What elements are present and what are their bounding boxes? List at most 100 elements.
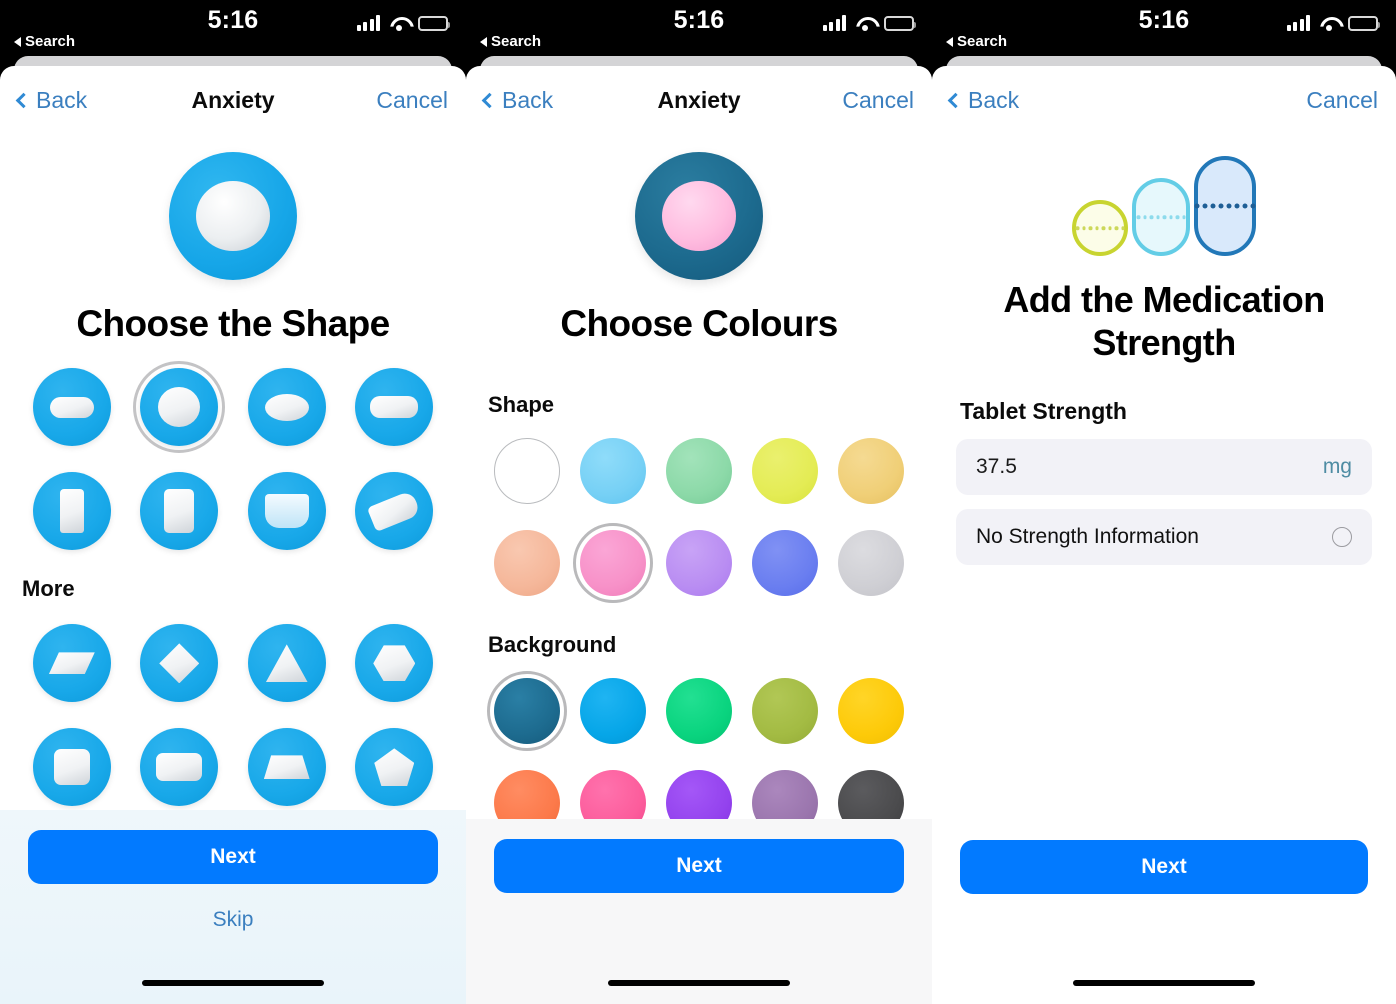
back-to-search-label[interactable]: Search <box>480 33 541 50</box>
strength-input[interactable]: 37.5 mg <box>956 439 1372 496</box>
page-title: Choose Colours <box>560 303 838 344</box>
no-strength-radio-icon[interactable] <box>1332 527 1352 548</box>
shape-option-square[interactable] <box>32 728 111 807</box>
shape-option-oblong[interactable] <box>355 368 434 447</box>
page-nav-title: Anxiety <box>191 86 275 113</box>
background-color-golden-yellow[interactable] <box>838 678 904 745</box>
next-button[interactable]: Next <box>494 839 904 893</box>
skip-button[interactable]: Skip <box>28 908 438 932</box>
pink-pill-on-teal-icon <box>635 152 763 280</box>
back-button[interactable]: Back <box>481 86 554 114</box>
cancel-button[interactable]: Cancel <box>1306 87 1378 114</box>
status-indicators <box>1286 15 1380 31</box>
panel-body: Choose the Shape More <box>0 134 466 810</box>
shape-option-vial[interactable] <box>32 472 111 551</box>
background-color-dark-teal[interactable] <box>487 671 567 752</box>
next-button[interactable]: Next <box>960 840 1368 894</box>
back-label: Back <box>968 86 1020 113</box>
back-triangle-icon <box>480 36 487 47</box>
back-to-search-label[interactable]: Search <box>14 33 75 50</box>
cellular-bars-icon <box>356 15 380 31</box>
panel-choose-shape: 5:16 Search Back Anxiety Cancel Choose t… <box>0 0 466 1004</box>
shape-option-liquid-cup[interactable] <box>247 472 326 551</box>
pill-outline-medium-icon <box>1132 178 1190 256</box>
strength-unit-selector[interactable]: mg <box>1323 455 1352 479</box>
modal-sheet: Back Anxiety Cancel Choose the Shape Mor… <box>0 66 466 1004</box>
shape-option-capsule[interactable] <box>32 368 111 447</box>
hero-preview <box>466 134 932 280</box>
shape-color-light-blue[interactable] <box>580 438 646 505</box>
back-to-search-label[interactable]: Search <box>946 33 1007 50</box>
cancel-button[interactable]: Cancel <box>376 87 448 114</box>
back-button[interactable]: Back <box>947 86 1020 114</box>
shape-color-yellow-green[interactable] <box>752 438 818 505</box>
round-white-pill-on-blue-icon <box>169 152 297 280</box>
shape-color-sand-yellow[interactable] <box>838 438 904 505</box>
next-button[interactable]: Next <box>28 830 438 884</box>
shape-color-mint-green[interactable] <box>666 438 732 505</box>
three-panel-screenshot: 5:16 Search Back Anxiety Cancel Choose t… <box>0 0 1396 1004</box>
status-bar: 5:16 Search <box>932 0 1396 62</box>
shape-option-tube[interactable] <box>355 472 434 551</box>
status-indicators <box>356 15 450 31</box>
cancel-button[interactable]: Cancel <box>842 87 914 114</box>
status-time: 5:16 <box>1138 6 1190 34</box>
back-label: Back <box>502 86 554 113</box>
background-color-purple[interactable] <box>666 770 732 819</box>
status-bar: 5:16 Search <box>466 0 932 62</box>
status-time: 5:16 <box>207 6 259 34</box>
back-triangle-icon <box>946 36 953 47</box>
footer-bar: Next Skip <box>0 810 466 1004</box>
shape-option-flat-rhombus[interactable] <box>32 624 111 703</box>
pill-outline-small-icon <box>1072 200 1128 256</box>
footer-bar: Next <box>932 820 1396 1004</box>
background-color-grid <box>466 671 932 819</box>
shape-option-rectangle[interactable] <box>140 728 219 807</box>
shape-option-pentagon[interactable] <box>355 728 434 807</box>
shape-option-hexagon[interactable] <box>355 624 434 703</box>
shape-color-peach[interactable] <box>494 530 560 597</box>
shape-color-light-gray[interactable] <box>838 530 904 597</box>
shape-color-white[interactable] <box>494 438 560 505</box>
chevron-left-icon <box>15 92 32 108</box>
shape-colors-label: Shape <box>488 392 555 418</box>
shape-color-pink[interactable] <box>573 523 653 604</box>
cellular-bars-icon <box>822 15 846 31</box>
shape-option-triangle[interactable] <box>247 624 326 703</box>
no-strength-label: No Strength Information <box>976 525 1199 549</box>
home-indicator <box>1073 980 1255 986</box>
back-label: Back <box>36 86 88 113</box>
status-bar: 5:16 Search <box>0 0 466 62</box>
battery-icon <box>1348 15 1380 31</box>
shape-option-oval[interactable] <box>247 368 326 447</box>
panel-body: Choose Colours Shape Background <box>466 134 932 819</box>
shape-option-trapezoid[interactable] <box>247 728 326 807</box>
background-color-coral-orange[interactable] <box>494 770 560 819</box>
battery-icon <box>884 15 916 31</box>
cellular-bars-icon <box>1286 15 1310 31</box>
page-title: Choose the Shape <box>76 303 390 344</box>
shape-option-diamond[interactable] <box>140 624 219 703</box>
shape-option-round[interactable] <box>133 361 226 454</box>
no-strength-option[interactable]: No Strength Information <box>956 509 1372 566</box>
background-color-olive-green[interactable] <box>752 678 818 745</box>
panel-body: Add the Medication Strength Tablet Stren… <box>932 134 1396 820</box>
chevron-left-icon <box>481 92 498 108</box>
shape-color-lavender[interactable] <box>666 530 732 597</box>
modal-sheet: Back Cancel Add the Medication Strength … <box>932 66 1396 1004</box>
background-color-bright-blue[interactable] <box>580 678 646 745</box>
navigation-bar: Back Cancel <box>932 66 1396 134</box>
shape-option-pill-bottle[interactable] <box>140 472 219 551</box>
background-color-emerald-green[interactable] <box>666 678 732 745</box>
battery-icon <box>418 15 450 31</box>
back-button[interactable]: Back <box>15 86 88 114</box>
background-color-muted-purple[interactable] <box>752 770 818 819</box>
search-app-label: Search <box>25 33 76 50</box>
chevron-left-icon <box>947 92 964 108</box>
shape-color-periwinkle[interactable] <box>752 530 818 597</box>
background-color-hot-pink[interactable] <box>580 770 646 819</box>
background-color-dark-gray[interactable] <box>838 770 904 819</box>
panel-choose-colours: 5:16 Search Back Anxiety Cancel Choose C… <box>466 0 932 1004</box>
wifi-icon <box>1319 16 1339 31</box>
shape-grid <box>0 361 466 551</box>
